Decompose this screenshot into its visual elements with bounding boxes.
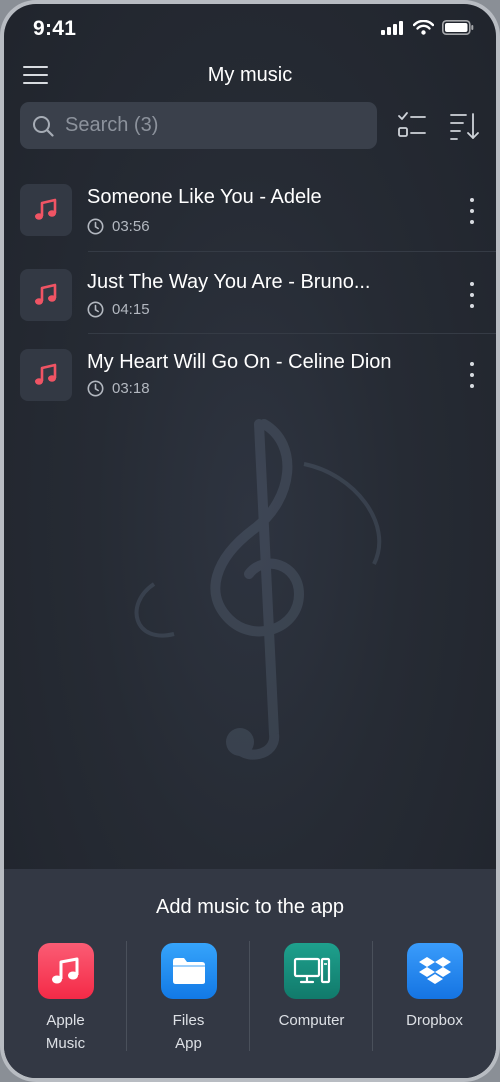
desktop-icon — [293, 957, 330, 984]
dropbox-button[interactable]: Dropbox — [372, 941, 496, 1053]
song-row[interactable]: Someone Like You - Adele 03:56 — [4, 172, 496, 252]
page-title: My music — [207, 64, 293, 86]
song-row[interactable]: Just The Way You Are - Bruno... 04:15 — [4, 252, 496, 334]
clock-icon — [87, 218, 104, 235]
song-meta: 03:18 — [87, 380, 150, 397]
files-app-icon — [160, 943, 217, 999]
nav-bar: My music — [4, 56, 496, 96]
add-music-title: Add music to the app — [156, 896, 344, 918]
apple-music-button[interactable]: Apple Music — [4, 941, 127, 1053]
more-icon — [470, 198, 474, 202]
files-app-button[interactable]: Files App — [126, 941, 250, 1053]
search-icon — [33, 115, 54, 137]
select-list-button[interactable] — [396, 110, 428, 142]
battery-icon — [442, 20, 474, 35]
song-thumbnail — [20, 349, 72, 401]
add-music-panel: Add music to the app Apple Music Files A… — [4, 869, 496, 1078]
apple-music-icon — [37, 943, 94, 999]
app-screen: 9:41 My music Search (3) Someone Like Yo… — [4, 4, 496, 1078]
music-note-icon — [35, 363, 57, 385]
search-input[interactable]: Search (3) — [20, 102, 377, 149]
clock-icon — [87, 380, 104, 397]
source-label: Apple Music — [45, 1012, 86, 1052]
song-duration: 03:56 — [112, 218, 150, 235]
source-list: Apple Music Files App Computer Dropbox — [4, 941, 496, 1053]
status-bar: 9:41 — [4, 4, 496, 54]
song-duration: 04:15 — [112, 301, 150, 318]
folder-icon — [172, 958, 205, 984]
music-note-icon — [35, 283, 57, 305]
source-label: Files App — [172, 1012, 205, 1052]
song-meta: 03:56 — [87, 218, 150, 235]
dropbox-logo-icon — [418, 957, 451, 984]
wifi-icon — [413, 20, 434, 35]
more-options-button[interactable] — [462, 362, 482, 388]
music-note-icon — [35, 198, 57, 220]
song-row[interactable]: My Heart Will Go On - Celine Dion 03:18 — [4, 334, 496, 414]
song-thumbnail — [20, 269, 72, 321]
song-list: Someone Like You - Adele 03:56 Just The … — [4, 172, 496, 414]
song-title: My Heart Will Go On - Celine Dion — [87, 351, 392, 373]
search-placeholder: Search (3) — [65, 114, 159, 136]
song-title: Someone Like You - Adele — [87, 186, 322, 208]
song-duration: 03:18 — [112, 380, 150, 397]
music-note-watermark-icon — [134, 419, 382, 760]
status-icons — [381, 20, 474, 35]
song-title: Just The Way You Are - Bruno... — [87, 271, 371, 293]
sort-button[interactable] — [448, 110, 480, 142]
more-options-button[interactable] — [462, 198, 482, 224]
source-label: Computer — [278, 1012, 345, 1029]
music-note-icon — [51, 957, 78, 984]
more-options-button[interactable] — [462, 282, 482, 308]
more-icon — [470, 362, 474, 366]
dropbox-icon — [406, 943, 463, 999]
status-time: 9:41 — [33, 17, 77, 40]
source-label: Dropbox — [406, 1012, 463, 1029]
computer-icon — [283, 943, 340, 999]
song-thumbnail — [20, 184, 72, 236]
clock-icon — [87, 301, 104, 318]
signal-icon — [381, 20, 403, 35]
more-icon — [470, 282, 474, 286]
computer-button[interactable]: Computer — [249, 941, 373, 1053]
phone-frame: 9:41 My music Search (3) Someone Like Yo… — [0, 0, 500, 1082]
song-meta: 04:15 — [87, 301, 150, 318]
